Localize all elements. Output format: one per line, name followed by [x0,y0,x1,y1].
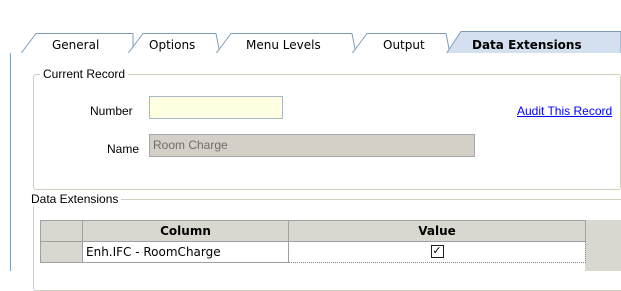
grid-header-row: Column Value [40,220,586,242]
tab-output[interactable]: Output [383,37,425,53]
name-field: Room Charge [149,134,475,157]
tab-data-extensions[interactable]: Data Extensions [472,37,582,53]
table-row[interactable]: Enh.IFC - RoomCharge ✓ [40,241,586,263]
number-label: Number [90,104,133,118]
data-extensions-title: Data Extensions [28,192,122,206]
current-record-title: Current Record [40,67,129,81]
tab-menu-levels[interactable]: Menu Levels [246,37,321,53]
audit-record-link[interactable]: Audit This Record [517,104,612,118]
grid-empty-area [585,220,621,271]
row-header-cell[interactable] [40,241,83,263]
tab-panel: Current Record Number Audit This Record … [10,53,621,291]
column-header-value[interactable]: Value [288,220,586,242]
row-column-cell[interactable]: Enh.IFC - RoomCharge [82,241,289,263]
data-extensions-grid: Column Value Enh.IFC - RoomCharge ✓ [40,220,586,263]
grid-corner-cell [40,220,83,242]
current-record-group [33,74,621,190]
row-value-cell[interactable]: ✓ [288,241,586,263]
value-checkbox[interactable]: ✓ [430,245,444,258]
column-header-column[interactable]: Column [82,220,289,242]
number-field[interactable] [149,96,283,119]
tab-general[interactable]: General [52,37,99,53]
name-label: Name [107,142,140,156]
tab-options[interactable]: Options [149,37,195,53]
